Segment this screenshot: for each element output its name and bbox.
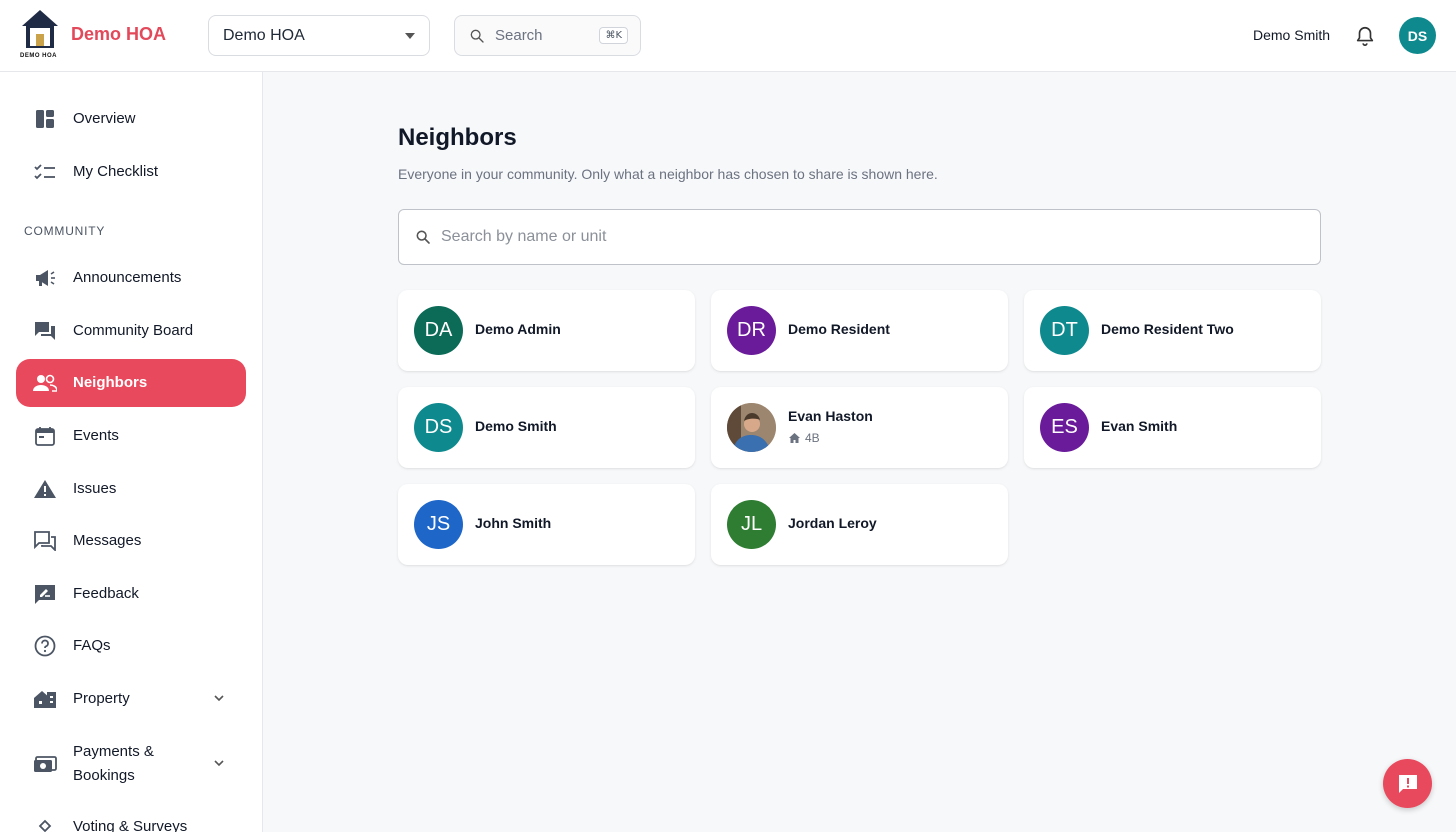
building-icon: [33, 687, 57, 711]
sidebar-item-overview[interactable]: Overview: [16, 95, 246, 143]
neighbor-card[interactable]: DT Demo Resident Two: [1024, 290, 1321, 371]
sidebar-item-community-board[interactable]: Community Board: [16, 307, 246, 355]
neighbor-card[interactable]: Evan Haston 4B: [711, 387, 1008, 468]
calendar-icon: [33, 424, 57, 448]
section-label-community: COMMUNITY: [24, 224, 106, 238]
search-label: Search: [495, 27, 543, 44]
person-photo-icon: [727, 403, 776, 452]
hoa-selector[interactable]: Demo HOA: [208, 15, 430, 56]
sidebar-item-label: Neighbors: [73, 374, 148, 391]
sidebar-item-label: Payments & Bookings: [73, 743, 154, 784]
neighbor-card[interactable]: DA Demo Admin: [398, 290, 695, 371]
checklist-icon: [33, 160, 57, 184]
people-icon: [33, 371, 57, 395]
sidebar-item-announcements[interactable]: Announcements: [16, 254, 246, 302]
neighbor-name: Jordan Leroy: [788, 515, 877, 531]
sidebar-item-faqs[interactable]: FAQs: [16, 622, 246, 670]
sidebar-item-voting-surveys[interactable]: Voting & Surveys: [16, 803, 246, 832]
alert-message-icon: [1398, 774, 1417, 793]
megaphone-icon: [33, 266, 57, 290]
top-bar: DEMO HOA Demo HOA Demo HOA Search ⌘K Dem…: [0, 0, 1456, 72]
warning-icon: [33, 477, 57, 501]
sidebar-item-label: Community Board: [73, 322, 194, 339]
sidebar-item-feedback[interactable]: Feedback: [16, 570, 246, 618]
hoa-selector-value: Demo HOA: [223, 26, 305, 44]
sidebar-item-my-checklist[interactable]: My Checklist: [16, 148, 246, 196]
page-subtitle: Everyone in your community. Only what a …: [398, 166, 938, 182]
search-shortcut: ⌘K: [599, 27, 628, 44]
sidebar-item-label: Announcements: [73, 269, 182, 286]
sidebar-item-events[interactable]: Events: [16, 412, 246, 460]
search-icon: [416, 230, 430, 244]
neighbor-name: Demo Admin: [475, 321, 561, 337]
sidebar-item-label: Events: [73, 427, 119, 444]
sidebar-item-issues[interactable]: Issues: [16, 465, 246, 513]
neighbor-name: Demo Smith: [475, 418, 557, 434]
neighbor-avatar: DS: [414, 403, 463, 452]
dashboard-icon: [33, 107, 57, 131]
sidebar-item-neighbors[interactable]: Neighbors: [16, 359, 246, 407]
neighbor-unit: 4B: [789, 431, 820, 445]
neighbor-card[interactable]: JL Jordan Leroy: [711, 484, 1008, 565]
logo-caption: DEMO HOA: [20, 53, 57, 59]
notification-bell-icon[interactable]: [1354, 24, 1376, 48]
neighbor-avatar: JL: [727, 500, 776, 549]
sidebar-item-label: Messages: [73, 532, 142, 549]
sidebar-item-label: Property: [73, 690, 130, 707]
sidebar-item-property[interactable]: Property: [16, 675, 246, 723]
neighbor-name: Evan Haston: [788, 408, 873, 424]
dropdown-caret-icon: [405, 33, 415, 39]
neighbor-avatar: ES: [1040, 403, 1089, 452]
chevron-down-icon[interactable]: [214, 758, 224, 768]
sidebar-item-label: Feedback: [73, 585, 139, 602]
user-avatar[interactable]: DS: [1399, 17, 1436, 54]
neighbor-card[interactable]: DR Demo Resident: [711, 290, 1008, 371]
sidebar-item-payments-bookings[interactable]: Payments & Bookings: [16, 740, 246, 788]
feedback-icon: [33, 582, 57, 606]
forum-icon: [33, 319, 57, 343]
help-icon: [33, 634, 57, 658]
neighbor-unit-label: 4B: [805, 431, 820, 445]
neighbor-avatar: DR: [727, 306, 776, 355]
user-name[interactable]: Demo Smith: [1253, 27, 1330, 43]
sidebar-item-label: My Checklist: [73, 163, 159, 180]
vote-icon: [33, 815, 57, 832]
neighbor-avatar: DT: [1040, 306, 1089, 355]
neighbor-avatar: JS: [414, 500, 463, 549]
neighbor-name: Demo Resident Two: [1101, 321, 1234, 337]
sidebar-item-label: Voting & Surveys: [73, 818, 188, 832]
neighbor-name: John Smith: [475, 515, 552, 531]
neighbor-name: Demo Resident: [788, 321, 890, 337]
chevron-down-icon[interactable]: [214, 693, 224, 703]
neighbor-card[interactable]: ES Evan Smith: [1024, 387, 1321, 468]
sidebar-item-messages[interactable]: Messages: [16, 517, 246, 565]
page-title: Neighbors: [398, 124, 517, 151]
neighbor-avatar-photo: [727, 403, 776, 452]
search-icon: [470, 29, 484, 43]
neighbor-card[interactable]: JS John Smith: [398, 484, 695, 565]
feedback-fab-button[interactable]: [1383, 759, 1432, 808]
sidebar-item-label: Overview: [73, 110, 136, 127]
global-search-button[interactable]: Search ⌘K: [454, 15, 641, 56]
neighbor-search-input[interactable]: [441, 228, 1301, 246]
neighbor-search-box: [398, 209, 1321, 265]
messages-icon: [33, 529, 57, 553]
neighbor-name: Evan Smith: [1101, 418, 1178, 434]
neighbor-card[interactable]: DS Demo Smith: [398, 387, 695, 468]
sidebar: Overview My Checklist COMMUNITY Announce…: [0, 72, 263, 832]
sidebar-item-label: FAQs: [73, 637, 111, 654]
payments-icon: [33, 752, 57, 776]
brand-name[interactable]: Demo HOA: [71, 24, 166, 45]
home-icon: [789, 433, 800, 443]
neighbor-avatar: DA: [414, 306, 463, 355]
sidebar-item-label: Issues: [73, 480, 117, 497]
